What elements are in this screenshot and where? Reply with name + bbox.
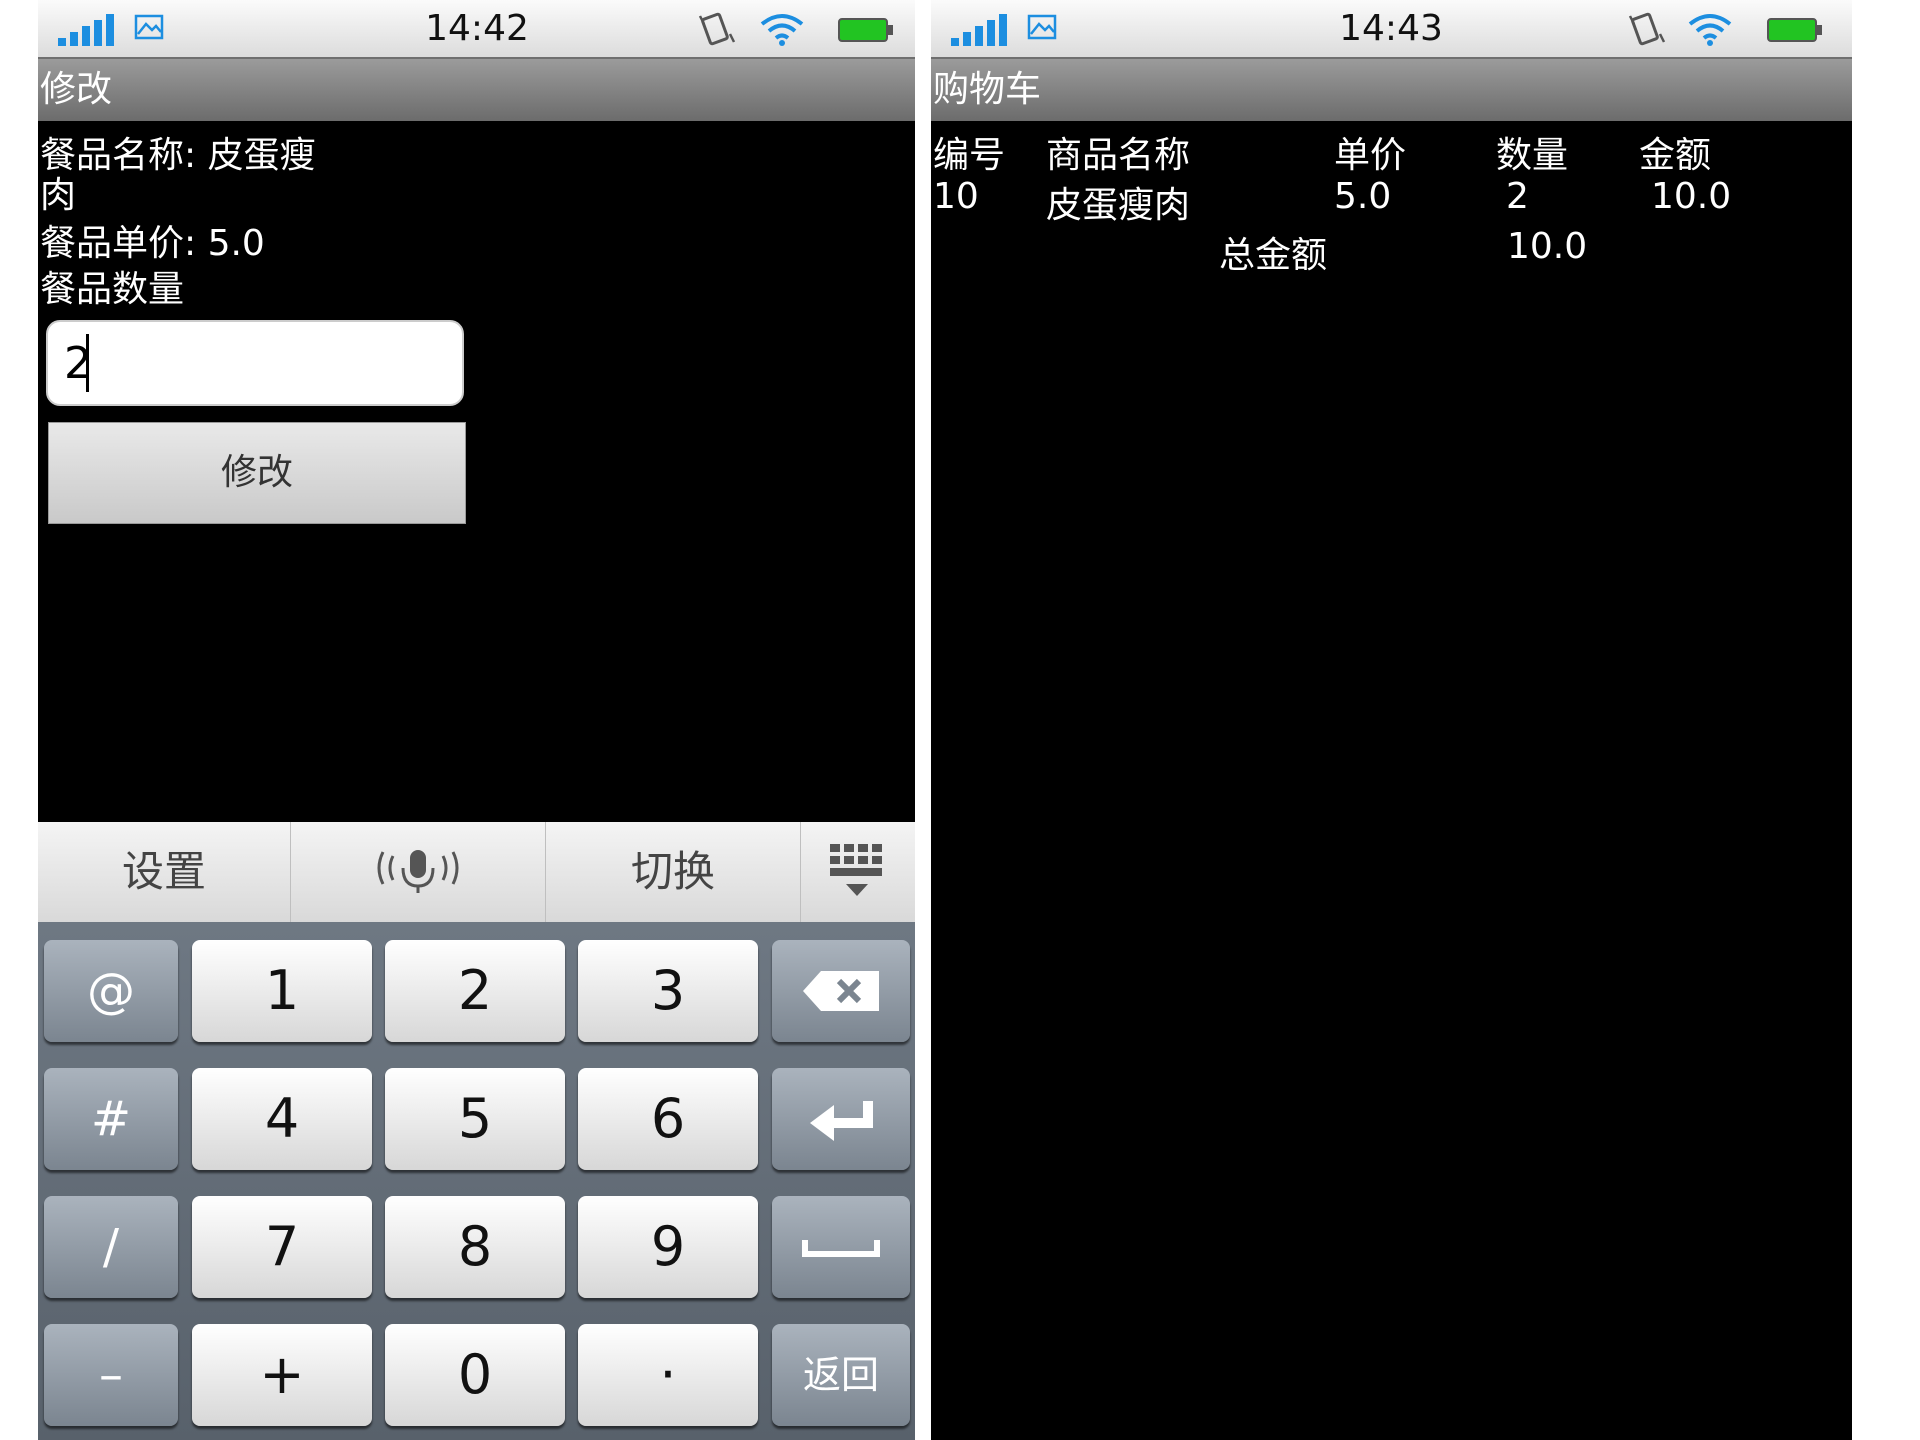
wifi-icon bbox=[760, 14, 804, 46]
return-key[interactable]: 返回 bbox=[772, 1324, 910, 1426]
row-id: 10 bbox=[933, 176, 979, 217]
microphone-icon bbox=[377, 850, 459, 893]
key-hash[interactable]: # bbox=[44, 1068, 178, 1170]
page-title: 修改 bbox=[38, 59, 915, 121]
row-amount: 10.0 bbox=[1651, 176, 1732, 217]
text-cursor bbox=[86, 334, 89, 392]
wifi-icon bbox=[1688, 14, 1732, 46]
key-5[interactable]: 5 bbox=[385, 1068, 565, 1170]
quantity-input[interactable] bbox=[46, 320, 464, 406]
cart-screen: 14:43 购物车 编号 商品名称 单价 数量 金额 10 皮蛋瘦肉 5.0 2… bbox=[931, 0, 1852, 1440]
keyboard-switch-button[interactable]: 切换 bbox=[546, 822, 801, 922]
row-qty: 2 bbox=[1506, 176, 1529, 217]
space-key[interactable] bbox=[772, 1196, 910, 1298]
dish-name-label: 餐品名称: 皮蛋瘦 bbox=[40, 135, 316, 176]
page-title: 购物车 bbox=[931, 59, 1852, 121]
key-6[interactable]: 6 bbox=[578, 1068, 758, 1170]
header-price: 单价 bbox=[1334, 135, 1407, 176]
enter-icon bbox=[810, 1101, 873, 1141]
key-3[interactable]: 3 bbox=[578, 940, 758, 1042]
key-4[interactable]: 4 bbox=[192, 1068, 372, 1170]
image-notification-icon bbox=[134, 14, 164, 40]
header-id: 编号 bbox=[933, 135, 1006, 176]
vibrate-icon bbox=[1628, 12, 1666, 46]
voice-input-button[interactable] bbox=[291, 822, 546, 922]
key-at[interactable]: @ bbox=[44, 940, 178, 1042]
numeric-keyboard: @ 1 2 3 # 4 5 6 / 7 8 9 – + 0 · 返回 bbox=[38, 922, 915, 1440]
image-notification-icon bbox=[1027, 14, 1057, 40]
key-minus[interactable]: – bbox=[44, 1324, 178, 1426]
signal-icon bbox=[951, 14, 1007, 46]
modify-button[interactable]: 修改 bbox=[48, 422, 466, 524]
dish-price-line: 餐品单价: 5.0 bbox=[40, 223, 265, 264]
status-bar: 14:43 bbox=[931, 0, 1852, 59]
status-time: 14:42 bbox=[425, 8, 529, 49]
key-dot[interactable]: · bbox=[578, 1324, 758, 1426]
key-9[interactable]: 9 bbox=[578, 1196, 758, 1298]
signal-icon bbox=[58, 14, 114, 46]
status-bar: 14:42 bbox=[38, 0, 915, 59]
key-7[interactable]: 7 bbox=[192, 1196, 372, 1298]
key-2[interactable]: 2 bbox=[385, 940, 565, 1042]
key-slash[interactable]: / bbox=[44, 1196, 178, 1298]
keyboard-settings-button[interactable]: 设置 bbox=[38, 822, 291, 922]
dish-quantity-label: 餐品数量 bbox=[40, 269, 185, 310]
status-time: 14:43 bbox=[1339, 8, 1443, 49]
header-name: 商品名称 bbox=[1046, 135, 1191, 176]
header-qty: 数量 bbox=[1496, 135, 1569, 176]
backspace-icon bbox=[803, 971, 879, 1011]
keyboard-hide-button[interactable] bbox=[801, 822, 915, 922]
vibrate-icon bbox=[698, 12, 736, 46]
backspace-key[interactable] bbox=[772, 940, 910, 1042]
row-price: 5.0 bbox=[1334, 176, 1392, 217]
keyboard-toolbar: 设置 切换 bbox=[38, 822, 915, 922]
dish-name-continued: 肉 bbox=[40, 175, 77, 216]
key-0[interactable]: 0 bbox=[385, 1324, 565, 1426]
header-amount: 金额 bbox=[1639, 135, 1712, 176]
key-8[interactable]: 8 bbox=[385, 1196, 565, 1298]
space-icon bbox=[802, 1240, 880, 1257]
battery-icon bbox=[838, 18, 893, 42]
enter-key[interactable] bbox=[772, 1068, 910, 1170]
battery-icon bbox=[1767, 18, 1822, 42]
key-1[interactable]: 1 bbox=[192, 940, 372, 1042]
edit-screen: 14:42 修改 餐品名称: 皮蛋瘦 肉 餐品单价: 5.0 餐品数量 修改 设… bbox=[38, 0, 915, 1440]
row-name: 皮蛋瘦肉 bbox=[1046, 185, 1191, 226]
total-label: 总金额 bbox=[1219, 235, 1328, 276]
keyboard-grid-icon bbox=[830, 844, 882, 896]
key-plus[interactable]: + bbox=[192, 1324, 372, 1426]
total-value: 10.0 bbox=[1507, 226, 1588, 267]
